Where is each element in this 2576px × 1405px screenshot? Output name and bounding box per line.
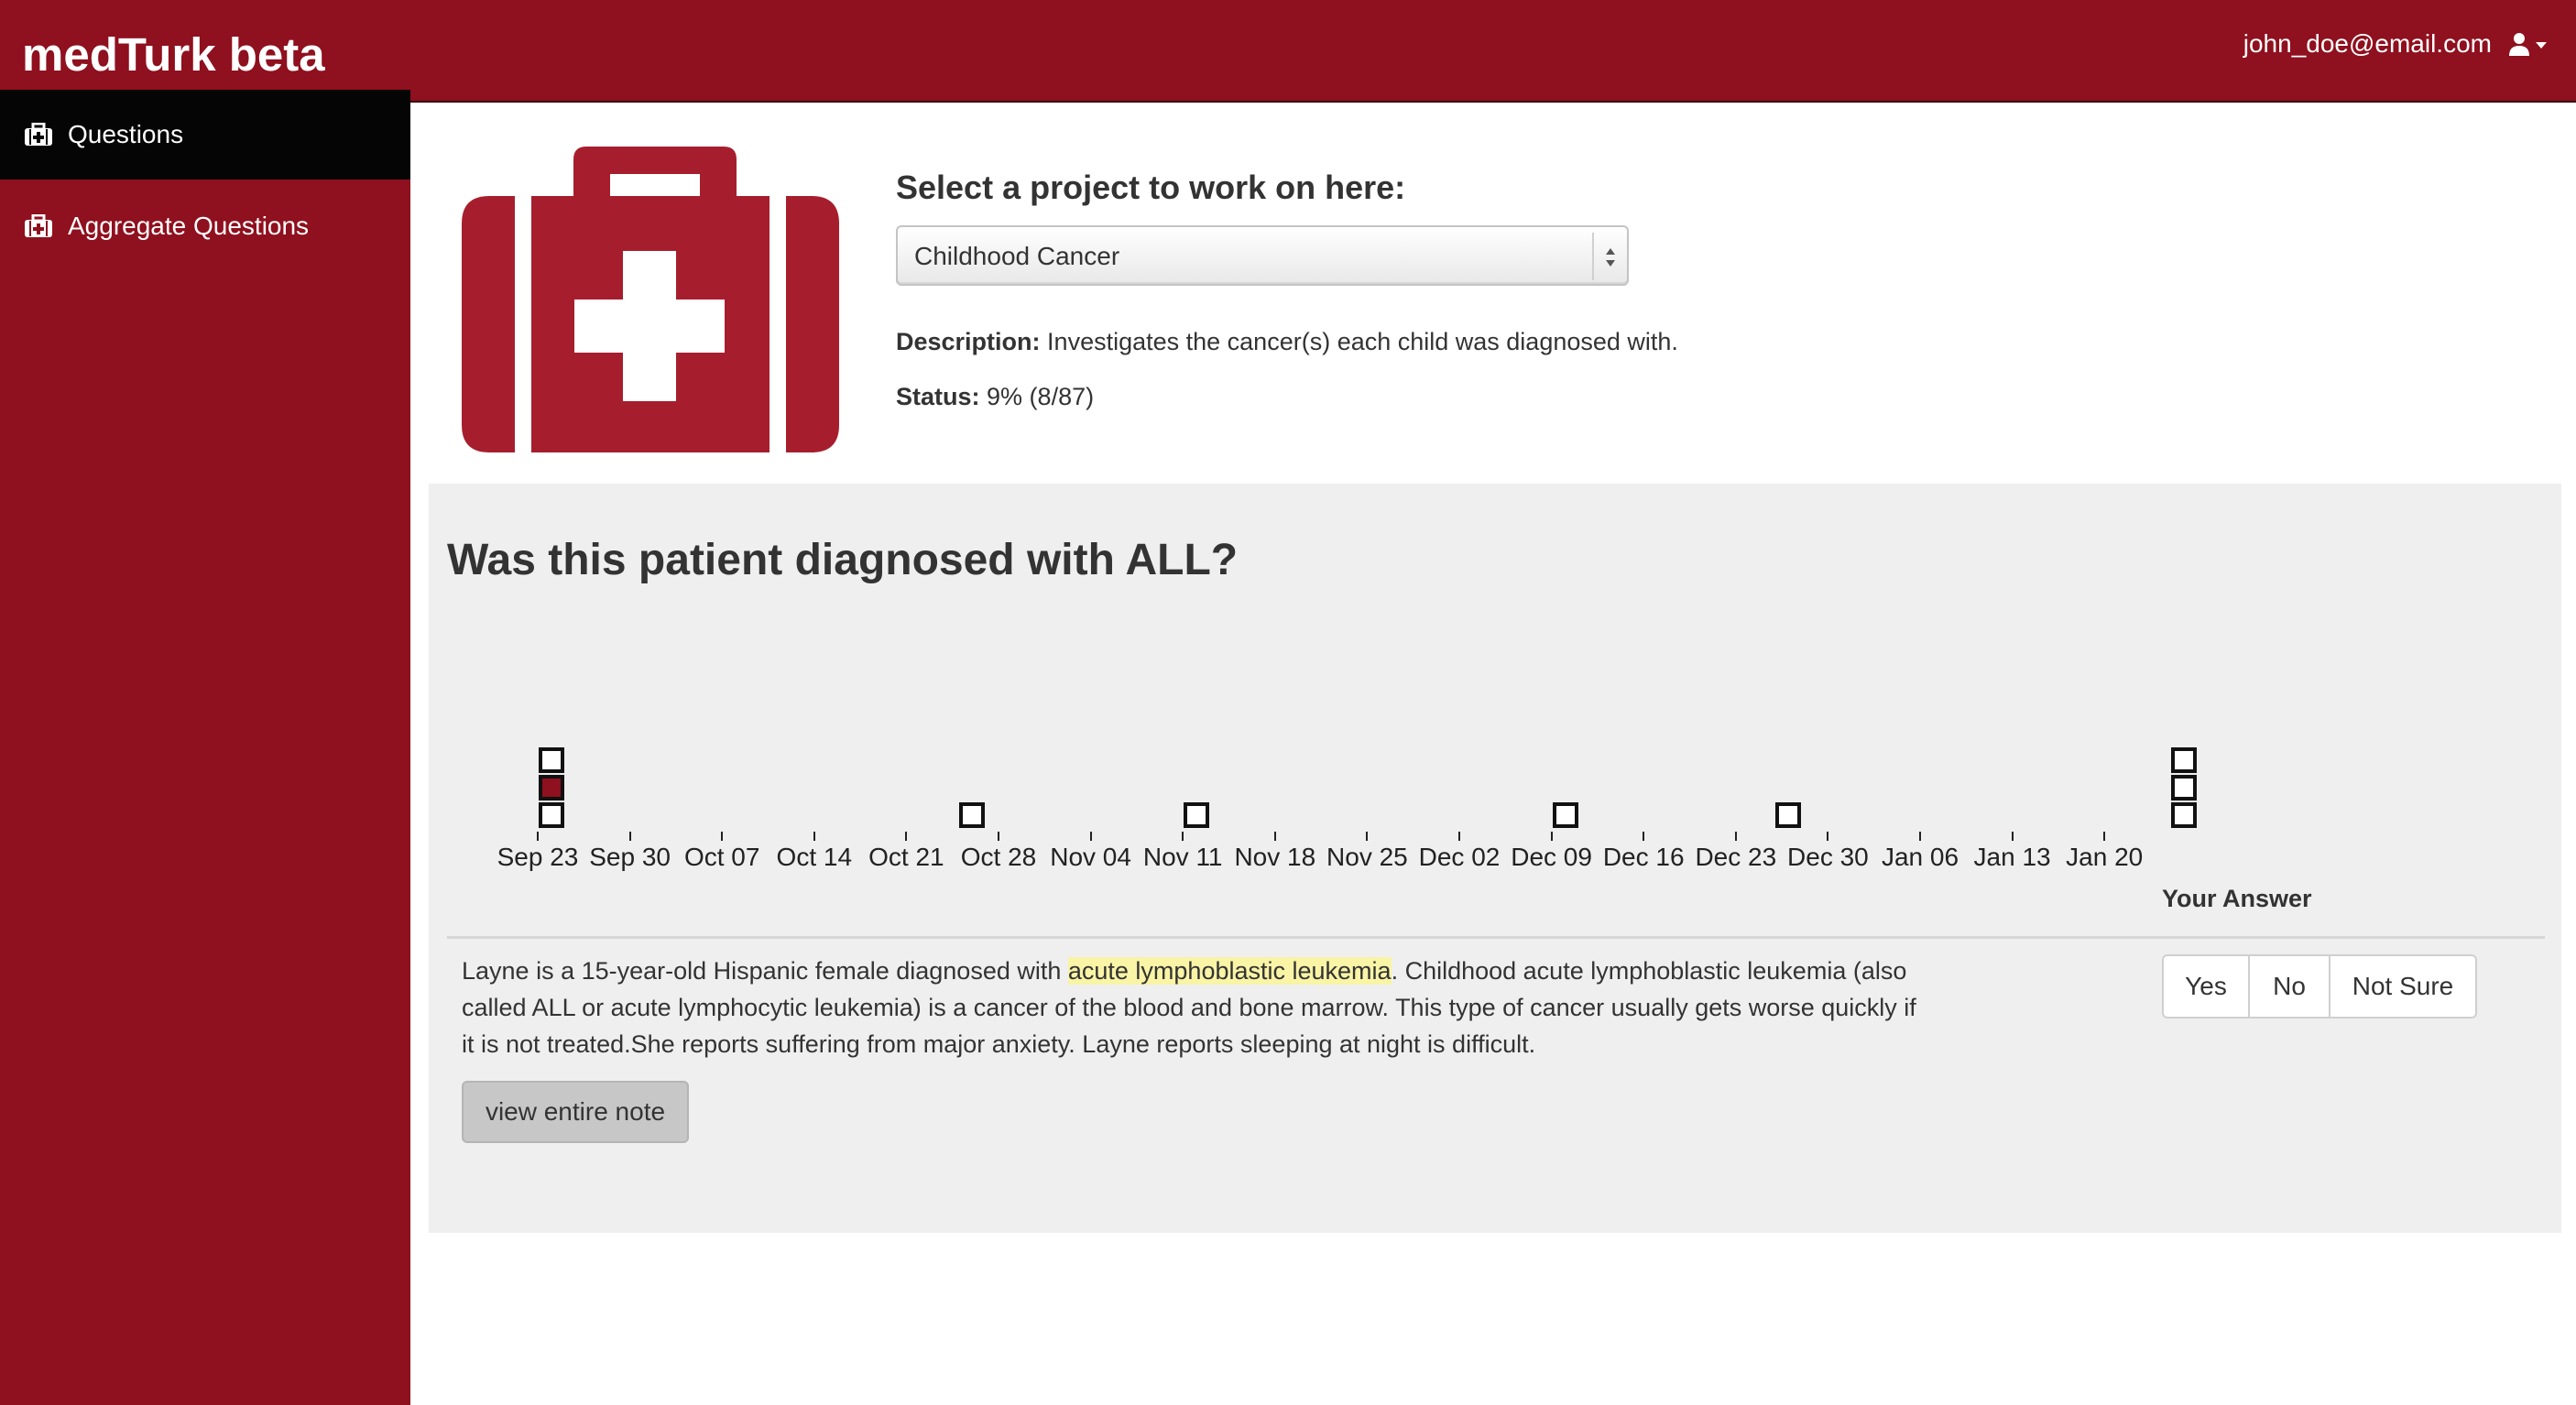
user-icon[interactable] xyxy=(2508,31,2552,59)
timeline-tick-label: Oct 21 xyxy=(868,843,944,871)
project-select-value: Childhood Cancer xyxy=(914,242,1120,270)
timeline-tick-label: Dec 23 xyxy=(1695,843,1777,871)
divider xyxy=(447,936,2545,939)
select-arrows-icon xyxy=(1606,248,1615,267)
timeline-event-box[interactable] xyxy=(1552,802,1578,828)
note-highlight: acute lymphoblastic leukemia xyxy=(1067,957,1392,985)
timeline-tick xyxy=(998,832,999,841)
question-panel: Was this patient diagnosed with ALL? Sep… xyxy=(429,484,2561,1233)
timeline-tick-label: Sep 30 xyxy=(589,843,671,871)
timeline-tick xyxy=(1827,832,1829,841)
sidebar-item-questions[interactable]: Questions xyxy=(0,90,410,180)
timeline-tick xyxy=(1089,832,1092,841)
description-label: Description: xyxy=(896,328,1041,355)
timeline-tick xyxy=(1734,832,1737,841)
status-value: 9% (8/87) xyxy=(987,383,1095,410)
timeline-tick-label: Nov 04 xyxy=(1050,843,1131,871)
timeline-event-box[interactable] xyxy=(958,802,985,828)
timeline-tick-label: Jan 06 xyxy=(1881,843,1959,871)
timeline-tick-label: Oct 28 xyxy=(960,843,1037,871)
briefcase-medical-icon xyxy=(25,214,52,237)
timeline-tick-label: Nov 18 xyxy=(1234,843,1316,871)
timeline-tick xyxy=(905,832,908,841)
sidebar: Questions Aggregate Questions xyxy=(0,90,410,1405)
timeline-tick-label: Oct 14 xyxy=(776,843,853,871)
timeline-tick xyxy=(1550,832,1553,841)
answer-button-group: Yes No Not Sure xyxy=(2162,954,2477,1018)
briefcase-medical-icon xyxy=(25,123,52,146)
timeline-tick xyxy=(537,832,539,841)
description-text: Investigates the cancer(s) each child wa… xyxy=(1047,328,1678,355)
timeline-tick-label: Dec 16 xyxy=(1602,843,1685,871)
question-title: Was this patient diagnosed with ALL? xyxy=(447,536,1239,584)
answer-not-sure-button[interactable]: Not Sure xyxy=(2330,956,2475,1017)
timeline-tick-label: Dec 30 xyxy=(1787,843,1869,871)
timeline-event-box[interactable] xyxy=(2170,775,2197,801)
user-email[interactable]: john_doe@email.com xyxy=(2243,29,2492,59)
timeline-tick xyxy=(813,832,815,841)
timeline-event-box[interactable] xyxy=(2170,747,2197,773)
event-timeline: Sep 23 Sep 30 Oct 07 Oct 14 Oct 21 Oct 28 Nov … xyxy=(429,703,2561,887)
status-label: Status: xyxy=(896,383,980,410)
timeline-event-box[interactable] xyxy=(1775,802,1802,828)
timeline-tick xyxy=(1182,832,1184,841)
brand-logo[interactable]: medTurk beta xyxy=(22,27,325,82)
note-text-before: Layne is a 15-year-old Hispanic female d… xyxy=(462,957,1068,985)
sidebar-item-aggregate-questions[interactable]: Aggregate Questions xyxy=(0,181,410,271)
caret-down-icon xyxy=(2536,42,2547,49)
timeline-tick-label: Jan 20 xyxy=(2066,843,2144,871)
timeline-tick-label: Oct 07 xyxy=(683,843,760,871)
timeline-tick xyxy=(1919,832,1921,841)
timeline-tick xyxy=(721,832,724,841)
timeline-tick-label: Dec 09 xyxy=(1511,843,1592,871)
timeline-tick xyxy=(2011,832,2014,841)
timeline-tick xyxy=(1458,832,1460,841)
sidebar-item-label: Questions xyxy=(68,120,184,148)
timeline-event-box[interactable] xyxy=(539,747,565,773)
timeline-event-box[interactable] xyxy=(539,802,565,828)
timeline-tick xyxy=(1643,832,1645,841)
sidebar-item-label: Aggregate Questions xyxy=(68,212,310,240)
your-answer-header: Your Answer xyxy=(2162,885,2312,912)
clinical-note-text: Layne is a 15-year-old Hispanic female d… xyxy=(462,953,1927,1062)
timeline-tick-label: Sep 23 xyxy=(497,843,579,871)
top-navbar: medTurk beta john_doe@email.com xyxy=(0,0,2576,103)
answer-no-button[interactable]: No xyxy=(2250,956,2330,1017)
view-entire-note-button[interactable]: view entire note xyxy=(462,1081,689,1143)
project-select[interactable]: Childhood Cancer xyxy=(896,225,1629,286)
select-project-title: Select a project to work on here: xyxy=(896,169,1406,206)
timeline-tick-label: Nov 11 xyxy=(1142,843,1223,871)
select-divider xyxy=(1592,233,1594,280)
timeline-tick xyxy=(628,832,631,841)
timeline-tick-label: Dec 02 xyxy=(1418,843,1501,871)
timeline-tick-label: Jan 13 xyxy=(1973,843,2051,871)
timeline-event-box[interactable] xyxy=(539,775,565,801)
timeline-tick xyxy=(1273,832,1276,841)
timeline-tick-label: Nov 25 xyxy=(1326,843,1408,871)
timeline-tick xyxy=(2103,832,2106,841)
timeline-event-box[interactable] xyxy=(1184,802,1210,828)
answer-yes-button[interactable]: Yes xyxy=(2164,956,2250,1017)
medical-kit-icon xyxy=(462,147,839,452)
timeline-tick xyxy=(1366,832,1369,841)
project-description: Description: Investigates the cancer(s) … xyxy=(896,328,1678,356)
project-status: Status: 9% (8/87) xyxy=(896,383,1094,411)
timeline-event-box[interactable] xyxy=(2170,802,2197,828)
